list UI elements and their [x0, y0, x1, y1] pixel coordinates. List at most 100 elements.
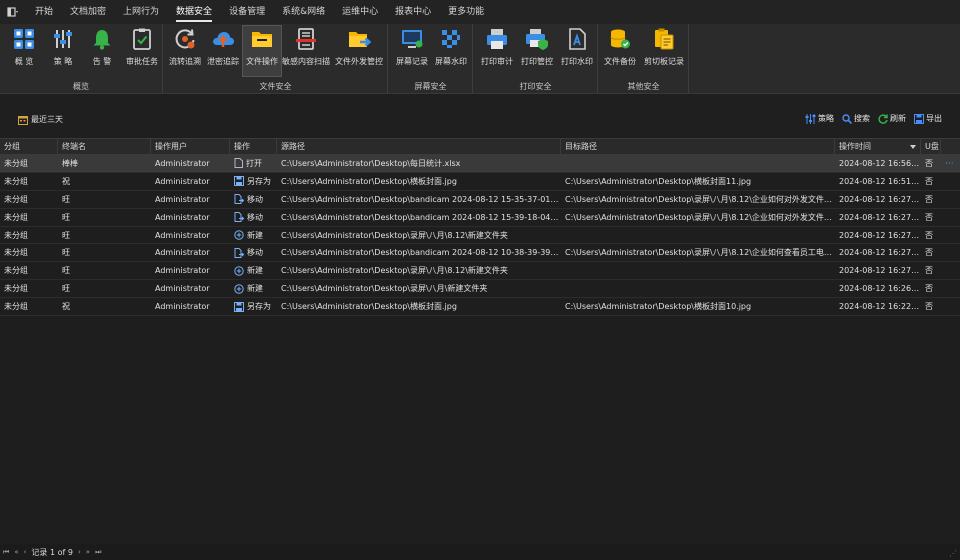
ribbon-group-file-security: 流转追溯 泄密追踪 文件操作 敏感内容扫描 文件外发管控 文件安全: [164, 24, 388, 94]
screen-watermark-button[interactable]: 屏幕水印: [432, 26, 470, 76]
move-file-icon: [234, 247, 244, 258]
tab-device-management[interactable]: 设备管理: [229, 0, 265, 24]
file-backup-button[interactable]: 文件备份: [601, 26, 639, 76]
column-header-target-path[interactable]: 目标路径: [561, 139, 835, 154]
column-header-group[interactable]: 分组: [0, 139, 58, 154]
print-control-button[interactable]: 打印管控: [518, 26, 556, 76]
table-row[interactable]: 未分组 祝 Administrator 另存为 C:\Users\Administrat…: [0, 298, 960, 317]
next-page-fast-icon[interactable]: »: [86, 548, 90, 556]
row-extra-cell: [941, 262, 960, 279]
table-row[interactable]: 未分组 祝 Administrator 另存为 C:\Users\Administrat…: [0, 173, 960, 191]
column-header-operation[interactable]: 操作: [230, 139, 277, 154]
prev-page-fast-icon[interactable]: «: [14, 548, 18, 556]
cell-user: Administrator: [155, 212, 210, 222]
cell-operation-label: 移动: [247, 194, 263, 204]
screen-record-button[interactable]: 屏幕记录: [393, 26, 431, 76]
cell-operation: 新建: [230, 262, 277, 279]
overview-button[interactable]: 概 览: [7, 26, 41, 76]
cell-terminal: 祝: [62, 302, 70, 312]
sort-descending-icon: [910, 145, 916, 149]
cell-target-path: C:\Users\Administrator\Desktop\横板封面10.jp…: [565, 302, 752, 312]
column-header-usb[interactable]: U盘: [921, 139, 941, 154]
last-page-icon[interactable]: ⏭: [95, 548, 101, 557]
file-operation-table: 分组 终端名 操作用户 操作 源路径 目标路径 操作时间 U盘 未分组 棒棒 Adm…: [0, 138, 960, 317]
row-extra-cell: [941, 244, 960, 261]
tab-internet-behavior[interactable]: 上网行为: [123, 0, 159, 24]
ribbon-group-screen-security: 屏幕记录 屏幕水印 屏幕安全: [389, 24, 473, 94]
clipboard-record-button[interactable]: 剪切板记录: [641, 26, 687, 76]
refresh-icon: [878, 113, 888, 124]
row-more-icon[interactable]: ···: [945, 159, 954, 169]
column-header-time[interactable]: 操作时间: [835, 139, 921, 154]
column-header-terminal[interactable]: 终端名: [58, 139, 151, 154]
file-operation-button[interactable]: 文件操作: [242, 25, 282, 77]
cell-target-path: [561, 227, 835, 244]
tab-more-features[interactable]: 更多功能: [448, 0, 484, 24]
ribbon-group-other-security: 文件备份 剪切板记录 其他安全: [599, 24, 689, 94]
cell-user: Administrator: [155, 302, 210, 312]
policy-toolbar-label: 策略: [818, 114, 834, 123]
table-row[interactable]: 未分组 旺 Administrator 移动 C:\Users\Administrato…: [0, 244, 960, 263]
cell-operation-label: 另存为: [247, 302, 271, 312]
tab-report-center[interactable]: 报表中心: [395, 0, 431, 24]
policy-button[interactable]: 策 略: [46, 26, 80, 76]
table-row[interactable]: 未分组 旺 Administrator 新建 C:\Users\Administrato…: [0, 262, 960, 281]
cell-usb: 否: [925, 194, 933, 204]
export-button[interactable]: 导出: [914, 113, 942, 124]
cell-source-path: C:\Users\Administrator\Desktop\录屏\八月\新建文…: [281, 284, 488, 294]
sensitive-scan-icon: [296, 28, 316, 50]
cell-operation-label: 移动: [247, 248, 263, 258]
table-row[interactable]: 未分组 旺 Administrator 移动 C:\Users\Administrato…: [0, 209, 960, 227]
new-item-icon: [234, 230, 244, 240]
approval-task-button[interactable]: 审批任务: [123, 26, 161, 76]
cell-target-path: C:\Users\Administrator\Desktop\录屏\八月\8.1…: [565, 194, 835, 204]
search-button[interactable]: 搜索: [842, 113, 870, 124]
file-outgoing-control-button[interactable]: 文件外发管控: [332, 26, 386, 76]
cell-source-path: C:\Users\Administrator\Desktop\每日统计.xlsx: [281, 159, 461, 168]
resize-grip-icon[interactable]: ⋰: [949, 550, 957, 558]
date-range-button[interactable]: 最近三天: [18, 114, 63, 125]
circulation-trace-button[interactable]: 流转追溯: [166, 26, 204, 76]
next-page-icon[interactable]: ›: [78, 548, 81, 556]
policy-sliders-icon: [805, 113, 816, 124]
refresh-button[interactable]: 刷新: [878, 113, 906, 124]
policy-toolbar-button[interactable]: 策略: [805, 113, 834, 124]
cell-usb: 否: [925, 266, 933, 276]
tab-ops-center[interactable]: 运维中心: [342, 0, 378, 24]
column-header-user[interactable]: 操作用户: [151, 139, 230, 154]
tab-document-encryption[interactable]: 文档加密: [70, 0, 106, 24]
cell-terminal: 旺: [62, 212, 70, 222]
file-backup-button-label: 文件备份: [604, 57, 636, 66]
table-row[interactable]: 未分组 旺 Administrator 新建 C:\Users\Administrato…: [0, 280, 960, 299]
prev-page-icon[interactable]: ‹: [24, 548, 27, 556]
table-row[interactable]: 未分组 旺 Administrator 移动 C:\Users\Administrato…: [0, 191, 960, 209]
refresh-label: 刷新: [890, 114, 906, 123]
tab-start[interactable]: 开始: [35, 0, 53, 24]
app-menu-button[interactable]: [0, 0, 26, 24]
table-row[interactable]: 未分组 旺 Administrator 新建 C:\Users\Administrato…: [0, 227, 960, 245]
alarm-button[interactable]: 告 警: [85, 26, 119, 76]
table-row[interactable]: 未分组 棒棒 Administrator 打开 C:\Users\Administrat…: [0, 155, 960, 173]
policy-sliders-icon: [54, 30, 72, 48]
ribbon-group-label-other-security: 其他安全: [627, 82, 660, 91]
calendar-icon: [18, 115, 28, 125]
policy-button-label: 策 略: [53, 57, 73, 66]
cell-operation: 移动: [230, 191, 277, 208]
cell-usb: 否: [925, 230, 933, 240]
column-header-source-path[interactable]: 源路径: [277, 139, 561, 154]
tab-data-security[interactable]: 数据安全: [176, 0, 213, 24]
first-page-icon[interactable]: ⏮: [3, 548, 9, 557]
tab-system-network[interactable]: 系统&网络: [282, 0, 325, 24]
print-audit-button[interactable]: 打印审计: [478, 26, 516, 76]
leak-tracking-button[interactable]: 泄密追踪: [204, 26, 242, 76]
cell-user: Administrator: [155, 266, 210, 276]
screen-record-button-label: 屏幕记录: [396, 57, 428, 66]
cell-time: 2024-08-12 16:22:02: [839, 302, 921, 312]
print-watermark-button[interactable]: 打印水印: [558, 26, 596, 76]
cell-user: Administrator: [155, 159, 210, 168]
sensitive-scan-button[interactable]: 敏感内容扫描: [282, 26, 330, 76]
ribbon-group-label-print-security: 打印安全: [519, 82, 552, 91]
cell-terminal: 旺: [62, 194, 70, 204]
open-file-icon: [234, 158, 243, 169]
leak-tracking-icon: [213, 32, 234, 47]
